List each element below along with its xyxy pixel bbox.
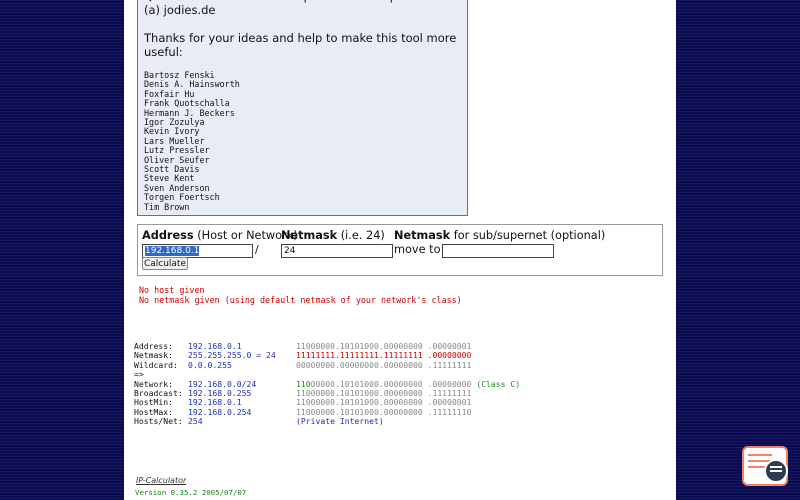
result-value: 254 [188, 416, 203, 427]
address-label: Address (Host or Network) [142, 229, 298, 242]
contact-text: Questions? Comments? Drop me a mail... i… [144, 0, 449, 17]
floating-search-widget-icon[interactable] [742, 446, 788, 486]
subnet-label-hint: for sub/supernet (optional) [453, 229, 606, 242]
result-value: 0.0.0.255 [188, 359, 232, 370]
class-close-paren: ) [515, 378, 521, 389]
thanks-text: Thanks for your ideas and help to make t… [144, 31, 457, 59]
netmask-input-value: 24 [284, 246, 296, 256]
address-input[interactable]: 192.168.0.1 [142, 244, 253, 258]
result-note: (Private Internet) [296, 416, 384, 427]
network-class: Class C [481, 378, 516, 389]
version-text: Version 0.35.2 2005/07/07 [135, 488, 247, 497]
move-to-label: move to: [394, 243, 445, 256]
search-icon [764, 459, 788, 483]
ip-calc-form: Address (Host or Network) Netmask (i.e. … [137, 224, 663, 276]
ip-calculator-logo[interactable]: IP-Calculator [136, 476, 186, 485]
credits-box: Questions? Comments? Drop me a mail... i… [137, 0, 468, 216]
contributor-name: Torgen Foertsch [144, 192, 220, 203]
netmask-label-bold: Netmask [281, 229, 338, 242]
netmask-label-hint: (i.e. 24) [340, 229, 385, 242]
error-no-netmask: No netmask given (using default netmask … [139, 294, 462, 305]
result-label: Hosts/Net: [134, 416, 183, 427]
netmask-label: Netmask (i.e. 24) [281, 229, 385, 242]
calculate-button[interactable]: Calculate [142, 257, 188, 270]
error-messages: No host given No netmask given (using de… [139, 285, 462, 306]
subnet-label-bold: Netmask [394, 229, 451, 242]
result-binary: 00000000.00000000.00000000 .11111111 [296, 359, 472, 370]
contributor-list: Bartosz Fenski Denis A. Hainsworth Foxfa… [144, 70, 467, 212]
subnet-label: Netmask for sub/supernet (optional) [394, 229, 605, 242]
netmask-input[interactable]: 24 [281, 244, 393, 258]
contributor-name: Tim Brown [144, 201, 190, 212]
content-panel: Questions? Comments? Drop me a mail... i… [124, 0, 676, 500]
subnet-input[interactable] [442, 244, 554, 258]
address-label-bold: Address [142, 229, 194, 242]
address-input-value: 192.168.0.1 [145, 246, 200, 256]
slash-separator: / [255, 243, 259, 256]
